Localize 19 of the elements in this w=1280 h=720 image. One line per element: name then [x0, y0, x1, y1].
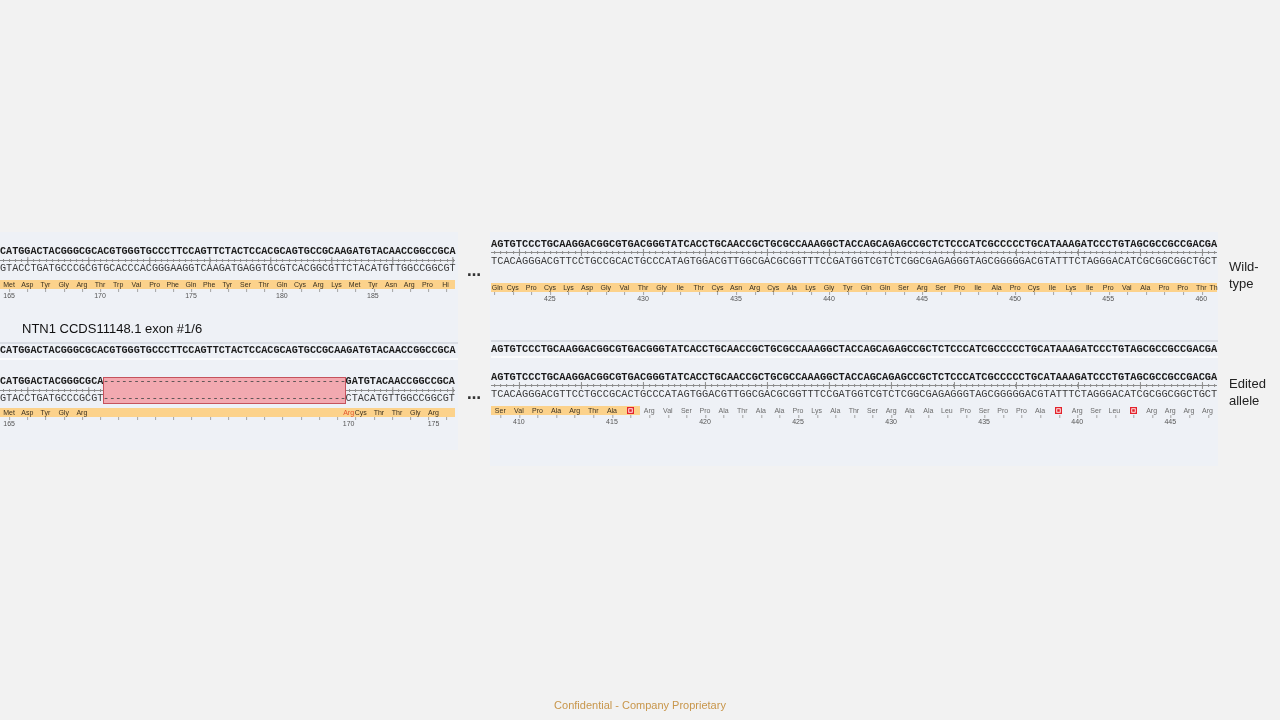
- ellipsis: …: [467, 387, 481, 401]
- row-label: Edited allele: [1229, 375, 1267, 409]
- reference-sequence: AGTGTCCCTGCAAGGACGGCGTGACGGGTATCACCTGCAACCGCTGCGCCAAAGGCTACCAGCAGAGCCGCTCTCCCATCGCCCCCTGCATAAAGATCCCTGTAGCGCCGCCGACGA: [491, 340, 1218, 358]
- exon-caption: NTN1 CCDS11148.1 exon #1/6: [22, 322, 203, 336]
- bottom-strand-sequence: TCACAGGGACGTTCCTGCCGCACTGCCCATAGTGGACGTTGGCGACGCGGTTTCCGATGGTCGTCTCGGCGAGAGGGTAGCGGGGGACGTATTTCTAGGGACATCGCGGCGGCTGCT: [491, 389, 1217, 399]
- top-strand-sequence: AGTGTCCCTGCAAGGACGGCGTGACGGGTATCACCTGCAACCGCTGCGCCAAAGGCTACCAGCAGAGCCGCTCTCCCATCGCCCCCTGCATAAAGATCCCTGTAGCGCCGCCGACGA: [491, 239, 1217, 249]
- bottom-strand-sequence: GTACCTGATGCCCGCGT: [0, 394, 104, 404]
- top-strand-sequence: GATGTACAACCGGCCGCA: [345, 377, 455, 387]
- reference-sequence: CATGGACTACGGGCGCACGTGGGTGCCCTTCCAGTTCTACTCCACGCAGTGCCGCAAGATGTACAACCGGCCGCA: [0, 342, 458, 360]
- top-strand-sequence: CATGGACTACGGGCGCA: [0, 377, 104, 387]
- footer-text: Confidential - Company Proprietary: [554, 698, 726, 712]
- bottom-strand-sequence: TCACAGGGACGTTCCTGCCGCACTGCCCATAGTGGACGTTGGCGACGCGGTTTCCGATGGTCGTCTCGGCGAGAGGGTAGCGGGGGACGTATTTCTAGGGACATCGCGGCGGCTGCT: [491, 256, 1217, 266]
- row-label: Wild-type: [1229, 258, 1260, 292]
- deletion-box: ---------------------------------------- ----------------------------------------: [103, 377, 346, 404]
- bottom-strand-sequence: CTACATGTTGGCCGGCGT: [345, 394, 455, 404]
- ellipsis: …: [467, 264, 481, 278]
- top-strand-sequence: AGTGTCCCTGCAAGGACGGCGTGACGGGTATCACCTGCAACCGCTGCGCCAAAGGCTACCAGCAGAGCCGCTCTCCCATCGCCCCCTGCATAAAGATCCCTGTAGCGCCGCCGACGA: [491, 372, 1217, 382]
- top-strand-sequence: CATGGACTACGGGCGCACGTGGGTGCCCTTCCAGTTCTACTCCACGCAGTGCCGCAAGATGTACAACCGGCCGCA: [0, 247, 455, 257]
- bottom-strand-sequence: GTACCTGATGCCCGCGTGCACCCACGGGAAGGTCAAGATGAGGTGCGTCACGGCGTTCTACATGTTGGCCGGCGT: [0, 264, 455, 274]
